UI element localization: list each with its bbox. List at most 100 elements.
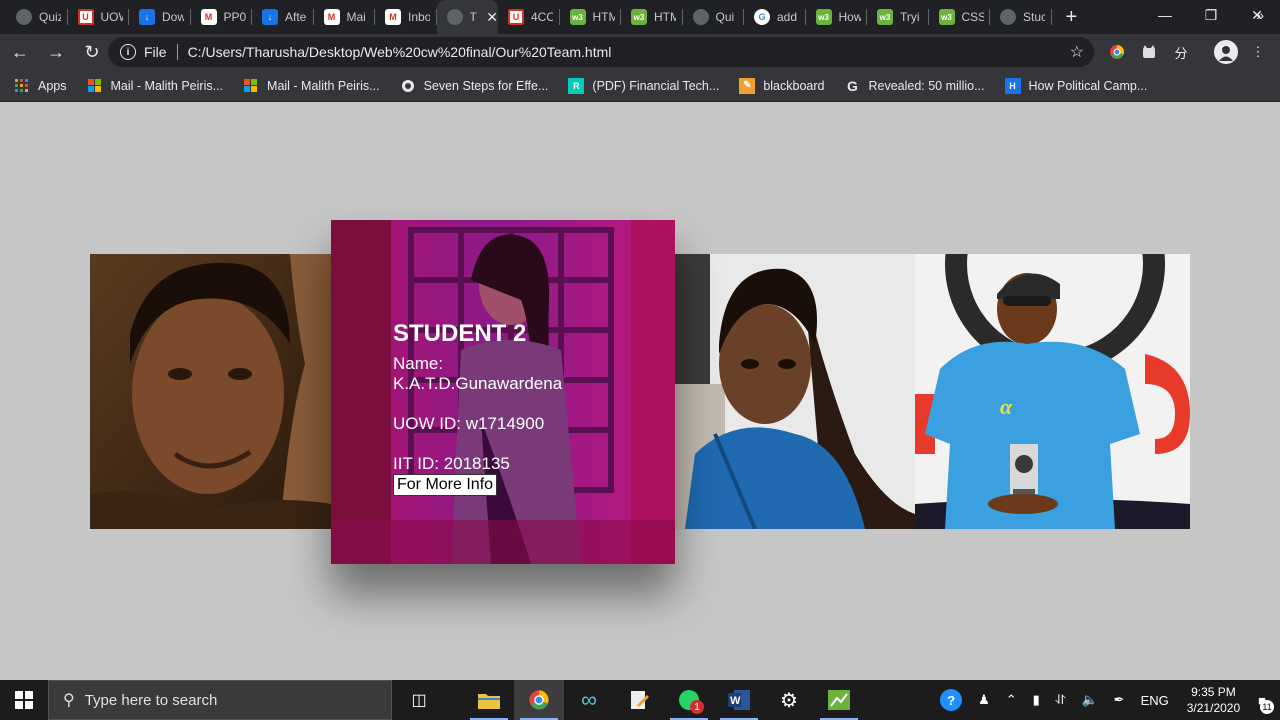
student-info-overlay: STUDENT 2 Name: K.A.T.D.Gunawardena UOW … bbox=[393, 320, 653, 496]
clock-time: 9:35 PM bbox=[1191, 685, 1236, 699]
bookmark-star-icon[interactable]: ☆ bbox=[1070, 42, 1084, 62]
chrome-extension-icon[interactable] bbox=[1107, 42, 1127, 62]
w3schools-icon: w3 bbox=[569, 9, 586, 25]
more-info-button[interactable]: For More Info bbox=[393, 474, 498, 496]
new-tab-button[interactable]: + bbox=[1066, 0, 1078, 34]
browser-tab[interactable]: w3 CSS bbox=[929, 0, 991, 34]
notifications-count: 11 bbox=[1260, 699, 1274, 714]
arduino-icon[interactable]: ∞ bbox=[564, 680, 614, 720]
profile-avatar[interactable] bbox=[1214, 40, 1238, 64]
show-hidden-icons[interactable]: ⌃ bbox=[1006, 692, 1017, 708]
clock-date: 3/21/2020 bbox=[1186, 701, 1241, 715]
team-card-4[interactable]: α bbox=[915, 254, 1190, 529]
start-button[interactable] bbox=[0, 680, 48, 720]
browser-tab[interactable]: M Mai bbox=[314, 0, 376, 34]
team-card-1[interactable] bbox=[90, 254, 331, 529]
student-iit-id: IIT ID: 2018135 bbox=[393, 454, 510, 473]
bookmark-label: blackboard bbox=[763, 78, 825, 93]
browser-tab[interactable]: Gadd bbox=[744, 0, 806, 34]
student-1-photo bbox=[90, 254, 331, 529]
browser-tab[interactable]: Stuc bbox=[990, 0, 1052, 34]
reload-button[interactable]: ↻ bbox=[76, 36, 108, 68]
task-view-icon[interactable]: ◫ bbox=[394, 680, 444, 720]
word-icon[interactable]: W bbox=[714, 680, 764, 720]
pen-icon[interactable]: ✒ bbox=[1114, 692, 1125, 708]
bookmark-item[interactable]: Mail - Malith Peiris... bbox=[243, 78, 380, 94]
bookmark-item[interactable]: H How Political Camp... bbox=[1004, 77, 1147, 94]
bookmark-item[interactable]: G Revealed: 50 millio... bbox=[844, 78, 984, 94]
team-card-2[interactable]: STUDENT 2 Name: K.A.T.D.Gunawardena UOW … bbox=[331, 220, 675, 564]
browser-tab[interactable]: Qui bbox=[683, 0, 745, 34]
volume-icon[interactable]: 🔈 bbox=[1081, 692, 1097, 708]
clock[interactable]: 9:35 PM 3/21/2020 bbox=[1187, 684, 1240, 716]
restore-button[interactable]: ❐ bbox=[1188, 0, 1234, 30]
uow-icon: U bbox=[77, 9, 94, 25]
globe-icon bbox=[1000, 9, 1016, 25]
browser-tab[interactable]: M PP0 bbox=[191, 0, 253, 34]
search-icon: ⚲ bbox=[63, 692, 75, 709]
chrome-menu-icon[interactable]: ⋮ bbox=[1248, 42, 1268, 62]
page-content: STUDENT 2 Name: K.A.T.D.Gunawardena UOW … bbox=[0, 103, 1280, 680]
taskbar-search-placeholder: Type here to search bbox=[84, 691, 218, 709]
notepad-icon[interactable] bbox=[614, 680, 664, 720]
minimize-button[interactable]: — bbox=[1142, 0, 1188, 30]
globe-icon bbox=[446, 9, 463, 25]
bookmarks-overflow-icon[interactable]: » bbox=[1256, 7, 1264, 23]
browser-tab[interactable]: w3 How bbox=[806, 0, 868, 34]
taskbar-search[interactable]: ⚲ Type here to search bbox=[48, 680, 392, 720]
address-separator bbox=[176, 44, 178, 60]
browser-tab[interactable]: ↓ Afte bbox=[252, 0, 314, 34]
browser-tab[interactable]: T ✕ bbox=[436, 0, 498, 34]
badge-icon bbox=[400, 78, 416, 94]
tab-title: T bbox=[469, 10, 477, 24]
browser-tab[interactable]: w3 Tryi bbox=[867, 0, 929, 34]
whatsapp-badge: 1 bbox=[690, 700, 704, 714]
chart-app-icon[interactable] bbox=[814, 680, 864, 720]
wifi-icon[interactable]: ⥯ bbox=[1056, 692, 1066, 708]
back-button[interactable]: ← bbox=[4, 36, 36, 68]
tab-title: Quiz bbox=[39, 10, 61, 24]
windows-taskbar: ⚲ Type here to search ◫ ∞ 1 W ⚙ ? ♟ ⌃ ▮ … bbox=[0, 680, 1280, 720]
browser-toolbar: ← → ↻ i File C:/Users/Tharusha/Desktop/W… bbox=[0, 34, 1280, 70]
browser-tab[interactable]: w3 HTM bbox=[560, 0, 622, 34]
hbr-icon: H bbox=[1004, 77, 1021, 94]
browser-tab[interactable]: U UOW bbox=[68, 0, 130, 34]
chrome-taskbar-icon[interactable] bbox=[514, 680, 564, 720]
forward-button[interactable]: → bbox=[40, 36, 72, 68]
tab-strip: QuizUUOW↓DowMPP0↓AfteMMaiMInboT✕U4COw3HT… bbox=[0, 0, 1280, 34]
settings-gear-icon[interactable]: ⚙ bbox=[764, 680, 814, 720]
people-icon[interactable]: ♟ bbox=[978, 692, 990, 708]
battery-icon[interactable]: ▮ bbox=[1033, 692, 1040, 708]
browser-tab[interactable]: Quiz bbox=[6, 0, 68, 34]
browser-tab[interactable]: ↓ Dow bbox=[129, 0, 191, 34]
tab-list: QuizUUOW↓DowMPP0↓AfteMMaiMInboT✕U4COw3HT… bbox=[0, 0, 1052, 34]
w3schools-icon: w3 bbox=[815, 9, 832, 25]
browser-tab[interactable]: M Inbo bbox=[375, 0, 437, 34]
translate-extension-icon[interactable]: 分 bbox=[1171, 42, 1191, 62]
cat-extension-icon[interactable] bbox=[1139, 42, 1159, 62]
tab-title: HTM bbox=[592, 10, 615, 24]
tab-title: Mai bbox=[346, 10, 366, 24]
site-info-icon[interactable]: i bbox=[120, 44, 136, 60]
student-heading: STUDENT 2 bbox=[393, 320, 527, 347]
notifications-icon[interactable]: ■ 11 bbox=[1258, 693, 1274, 714]
ms-icon bbox=[243, 78, 259, 94]
bookmark-item[interactable]: ✎ blackboard bbox=[739, 77, 825, 94]
globe-icon bbox=[692, 9, 709, 25]
language-indicator[interactable]: ENG bbox=[1141, 693, 1169, 708]
bookmark-item[interactable]: R (PDF) Financial Tech... bbox=[568, 77, 719, 94]
help-icon[interactable]: ? bbox=[940, 689, 963, 711]
apps-grid-icon bbox=[14, 78, 30, 94]
close-tab-icon[interactable]: ✕ bbox=[486, 9, 498, 26]
team-card-3[interactable] bbox=[675, 254, 915, 529]
browser-tab[interactable]: w3 HTM bbox=[621, 0, 683, 34]
file-explorer-icon[interactable] bbox=[464, 680, 514, 720]
bookmark-item[interactable]: Mail - Malith Peiris... bbox=[87, 78, 223, 94]
address-url[interactable]: C:/Users/Tharusha/Desktop/Web%20cw%20fin… bbox=[188, 44, 612, 60]
bookmark-item[interactable]: Seven Steps for Effe... bbox=[400, 78, 548, 94]
whatsapp-icon[interactable]: 1 bbox=[664, 680, 714, 720]
google-icon: G bbox=[754, 9, 770, 25]
browser-tab[interactable]: U 4CO bbox=[498, 0, 560, 34]
address-bar[interactable]: i File C:/Users/Tharusha/Desktop/Web%20c… bbox=[108, 37, 1094, 67]
bookmark-item[interactable]: Apps bbox=[14, 78, 67, 94]
